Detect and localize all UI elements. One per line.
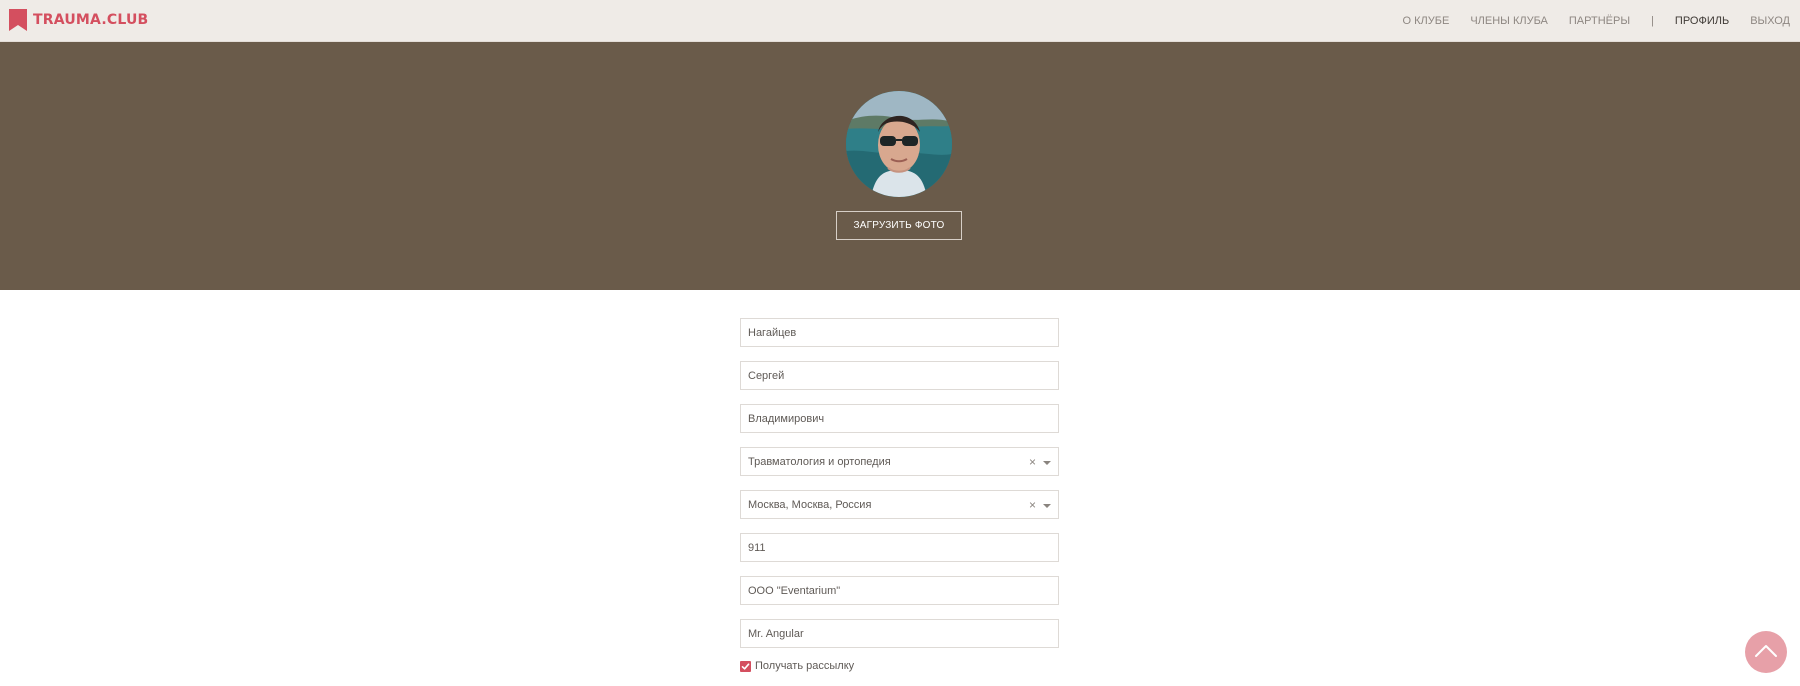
profile-hero: Загрузить фото: [0, 42, 1800, 290]
logo[interactable]: TRAUMA.CLUB: [8, 9, 148, 31]
chevron-down-icon[interactable]: [1043, 461, 1051, 465]
nav-divider: |: [1651, 15, 1654, 27]
clear-icon[interactable]: ×: [1029, 499, 1036, 511]
middle-name-value: Владимирович: [748, 412, 825, 425]
phone-value: 911: [748, 541, 766, 554]
nav-item-partners[interactable]: Партнёры: [1569, 15, 1630, 27]
company-value: ООО "Eventarium": [748, 584, 841, 597]
last-name-value: Нагайцев: [748, 326, 797, 339]
newsletter-option[interactable]: Получать рассылку: [740, 660, 854, 672]
profile-form: Нагайцев Сергей Владимирович Травматолог…: [740, 318, 1060, 662]
nav-item-logout[interactable]: Выход: [1750, 15, 1790, 27]
position-field[interactable]: Mr. Angular: [740, 619, 1059, 648]
nav-item-profile[interactable]: Профиль: [1675, 15, 1729, 27]
user-photo-icon: [846, 91, 952, 197]
middle-name-field[interactable]: Владимирович: [740, 404, 1059, 433]
upload-photo-button[interactable]: Загрузить фото: [836, 211, 962, 240]
newsletter-label: Получать рассылку: [755, 660, 855, 672]
main-nav: О клубе Члены клуба Партнёры | Профиль В…: [1382, 0, 1790, 42]
checkmark-icon: [741, 662, 750, 670]
specialty-select[interactable]: Травматология и ортопедия ×: [740, 447, 1059, 476]
chevron-up-icon: [1755, 645, 1777, 657]
first-name-value: Сергей: [748, 369, 785, 382]
position-value: Mr. Angular: [748, 627, 804, 640]
bookmark-logo-icon: [9, 9, 27, 31]
specialty-value: Травматология и ортопедия: [748, 455, 891, 468]
clear-icon[interactable]: ×: [1029, 456, 1036, 468]
scroll-to-top-button[interactable]: [1745, 631, 1787, 673]
city-value: Москва, Москва, Россия: [748, 498, 872, 511]
nav-item-members[interactable]: Члены клуба: [1470, 15, 1548, 27]
first-name-field[interactable]: Сергей: [740, 361, 1059, 390]
logo-text: TRAUMA.CLUB: [33, 12, 149, 28]
company-field[interactable]: ООО "Eventarium": [740, 576, 1059, 605]
avatar[interactable]: [846, 91, 952, 197]
header: TRAUMA.CLUB О клубе Члены клуба Партнёры…: [0, 0, 1800, 42]
city-select[interactable]: Москва, Москва, Россия ×: [740, 490, 1059, 519]
newsletter-checkbox[interactable]: [740, 660, 751, 672]
chevron-down-icon[interactable]: [1043, 504, 1051, 508]
nav-item-about[interactable]: О клубе: [1403, 15, 1450, 27]
phone-field[interactable]: 911: [740, 533, 1059, 562]
last-name-field[interactable]: Нагайцев: [740, 318, 1059, 347]
